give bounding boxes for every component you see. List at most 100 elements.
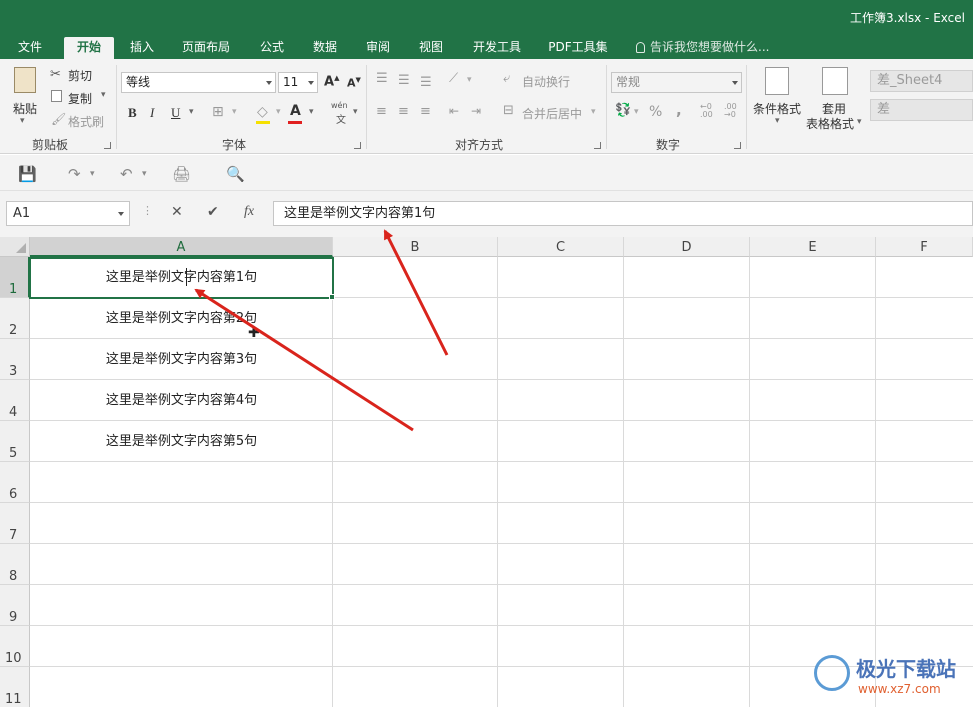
- tab-insert[interactable]: 插入: [122, 37, 162, 59]
- borders-dropdown-icon[interactable]: ▾: [232, 107, 237, 117]
- wrap-text-button[interactable]: 自动换行: [522, 73, 570, 90]
- copy-dropdown-icon[interactable]: ▾: [101, 90, 106, 100]
- conditional-format-button[interactable]: 条件格式: [753, 100, 801, 117]
- align-left-icon[interactable]: ≡: [376, 104, 387, 119]
- underline-button[interactable]: U: [171, 105, 180, 121]
- font-name-select[interactable]: 等线: [121, 72, 276, 93]
- font-size-select[interactable]: 11: [278, 72, 318, 93]
- align-bottom-icon[interactable]: ☰: [420, 75, 432, 90]
- tab-page-layout[interactable]: 页面布局: [175, 37, 237, 59]
- phonetic-button[interactable]: 文: [336, 111, 346, 126]
- align-center-icon[interactable]: ≡: [398, 104, 409, 119]
- alignment-launcher-icon[interactable]: [594, 142, 601, 149]
- paste-dropdown-icon[interactable]: ▾: [20, 116, 25, 126]
- fill-dropdown-icon[interactable]: ▾: [276, 107, 281, 117]
- tab-view[interactable]: 视图: [411, 37, 451, 59]
- currency-dropdown-icon[interactable]: ▾: [634, 107, 639, 117]
- tell-me-box[interactable]: 告诉我您想要做什么...: [636, 37, 769, 59]
- column-header-a[interactable]: A: [30, 237, 333, 257]
- merge-center-button[interactable]: 合并后居中: [522, 105, 582, 122]
- conditional-dropdown-icon[interactable]: ▾: [775, 116, 780, 126]
- tab-formulas[interactable]: 公式: [252, 37, 292, 59]
- align-right-icon[interactable]: ≡: [420, 104, 431, 119]
- row-header-7[interactable]: 7: [0, 503, 30, 544]
- paste-icon[interactable]: [14, 67, 36, 93]
- cell-a2[interactable]: 这里是举例文字内容第2句: [30, 299, 333, 339]
- formula-input[interactable]: 这里是举例文字内容第1句: [273, 201, 973, 226]
- row-header-5[interactable]: 5: [0, 421, 30, 462]
- cell-style-bad[interactable]: 差: [870, 99, 973, 121]
- column-header-e[interactable]: E: [750, 237, 876, 257]
- grow-font-button[interactable]: A▲: [324, 74, 339, 89]
- undo-icon[interactable]: ↶: [120, 165, 133, 183]
- italic-button[interactable]: I: [150, 105, 154, 121]
- cut-button[interactable]: 剪切: [68, 67, 92, 84]
- column-header-b[interactable]: B: [333, 237, 498, 257]
- font-color-dropdown-icon[interactable]: ▾: [309, 107, 314, 117]
- row-header-2[interactable]: 2: [0, 298, 30, 339]
- row-header-9[interactable]: 9: [0, 585, 30, 626]
- phonetic-dropdown-icon[interactable]: ▾: [353, 107, 358, 117]
- tab-home[interactable]: 开始: [64, 37, 114, 59]
- print-preview-icon[interactable]: 🖨: [172, 165, 191, 183]
- percent-button[interactable]: %: [649, 104, 662, 120]
- format-table-dropdown-icon[interactable]: ▾: [857, 117, 862, 127]
- row-header-3[interactable]: 3: [0, 339, 30, 380]
- format-table-button[interactable]: 表格格式: [806, 115, 854, 132]
- increase-decimal-icon[interactable]: ←0.00: [700, 103, 713, 119]
- cell-a4[interactable]: 这里是举例文字内容第4句: [30, 381, 333, 421]
- currency-icon[interactable]: 💱: [615, 103, 631, 118]
- decrease-indent-icon[interactable]: ⇤: [449, 104, 459, 118]
- tab-developer[interactable]: 开发工具: [466, 37, 528, 59]
- tab-pdf-tools[interactable]: PDF工具集: [543, 37, 613, 59]
- increase-indent-icon[interactable]: ⇥: [471, 104, 481, 118]
- clipboard-launcher-icon[interactable]: [104, 142, 111, 149]
- column-header-c[interactable]: C: [498, 237, 624, 257]
- format-painter-button[interactable]: 格式刷: [68, 113, 104, 130]
- preview-search-icon[interactable]: 🔍: [226, 165, 245, 183]
- font-launcher-icon[interactable]: [354, 142, 361, 149]
- redo-icon[interactable]: ↷: [68, 165, 81, 183]
- undo-dropdown-icon[interactable]: ▾: [142, 169, 147, 179]
- number-format-select[interactable]: 常规: [611, 72, 742, 93]
- tab-data[interactable]: 数据: [305, 37, 345, 59]
- fill-handle[interactable]: [329, 294, 335, 300]
- number-launcher-icon[interactable]: [734, 142, 741, 149]
- cell-a3[interactable]: 这里是举例文字内容第3句: [30, 340, 333, 380]
- insert-function-icon[interactable]: fx: [244, 204, 254, 220]
- comma-button[interactable]: ,: [676, 101, 682, 119]
- tab-file[interactable]: 文件: [10, 37, 50, 59]
- bold-button[interactable]: B: [128, 105, 137, 121]
- orientation-dropdown-icon[interactable]: ▾: [467, 75, 472, 85]
- select-all-button[interactable]: [0, 237, 30, 257]
- column-header-f[interactable]: F: [876, 237, 973, 257]
- cell-style-bad-sheet4[interactable]: 差_Sheet4: [870, 70, 973, 92]
- decrease-decimal-icon[interactable]: .00 →0: [724, 103, 737, 119]
- row-header-8[interactable]: 8: [0, 544, 30, 585]
- borders-icon[interactable]: ⊞: [212, 104, 224, 120]
- column-header-d[interactable]: D: [624, 237, 750, 257]
- fill-color-icon[interactable]: ◇: [257, 104, 268, 120]
- save-icon[interactable]: 💾: [18, 165, 37, 183]
- shrink-font-button[interactable]: A▼: [347, 76, 361, 90]
- cell-a5[interactable]: 这里是举例文字内容第5句: [30, 422, 333, 462]
- row-header-6[interactable]: 6: [0, 462, 30, 503]
- row-header-11[interactable]: 11: [0, 667, 30, 707]
- row-header-10[interactable]: 10: [0, 626, 30, 667]
- underline-dropdown-icon[interactable]: ▾: [189, 107, 194, 117]
- phonetic-top-text[interactable]: wén: [331, 101, 348, 110]
- row-header-1[interactable]: 1: [0, 257, 30, 298]
- cancel-icon[interactable]: ✕: [171, 204, 183, 220]
- row-header-4[interactable]: 4: [0, 380, 30, 421]
- merge-dropdown-icon[interactable]: ▾: [591, 107, 596, 117]
- tab-review[interactable]: 审阅: [358, 37, 398, 59]
- name-box[interactable]: A1: [6, 201, 130, 226]
- font-color-button[interactable]: A: [290, 103, 301, 119]
- orientation-icon[interactable]: ⟋: [449, 71, 458, 86]
- paste-button[interactable]: 粘贴: [13, 100, 37, 117]
- enter-icon[interactable]: ✔: [207, 204, 219, 220]
- align-top-icon[interactable]: ☰: [376, 71, 388, 86]
- redo-dropdown-icon[interactable]: ▾: [90, 169, 95, 179]
- align-middle-icon[interactable]: ☰: [398, 73, 410, 88]
- copy-button[interactable]: 复制: [68, 90, 92, 107]
